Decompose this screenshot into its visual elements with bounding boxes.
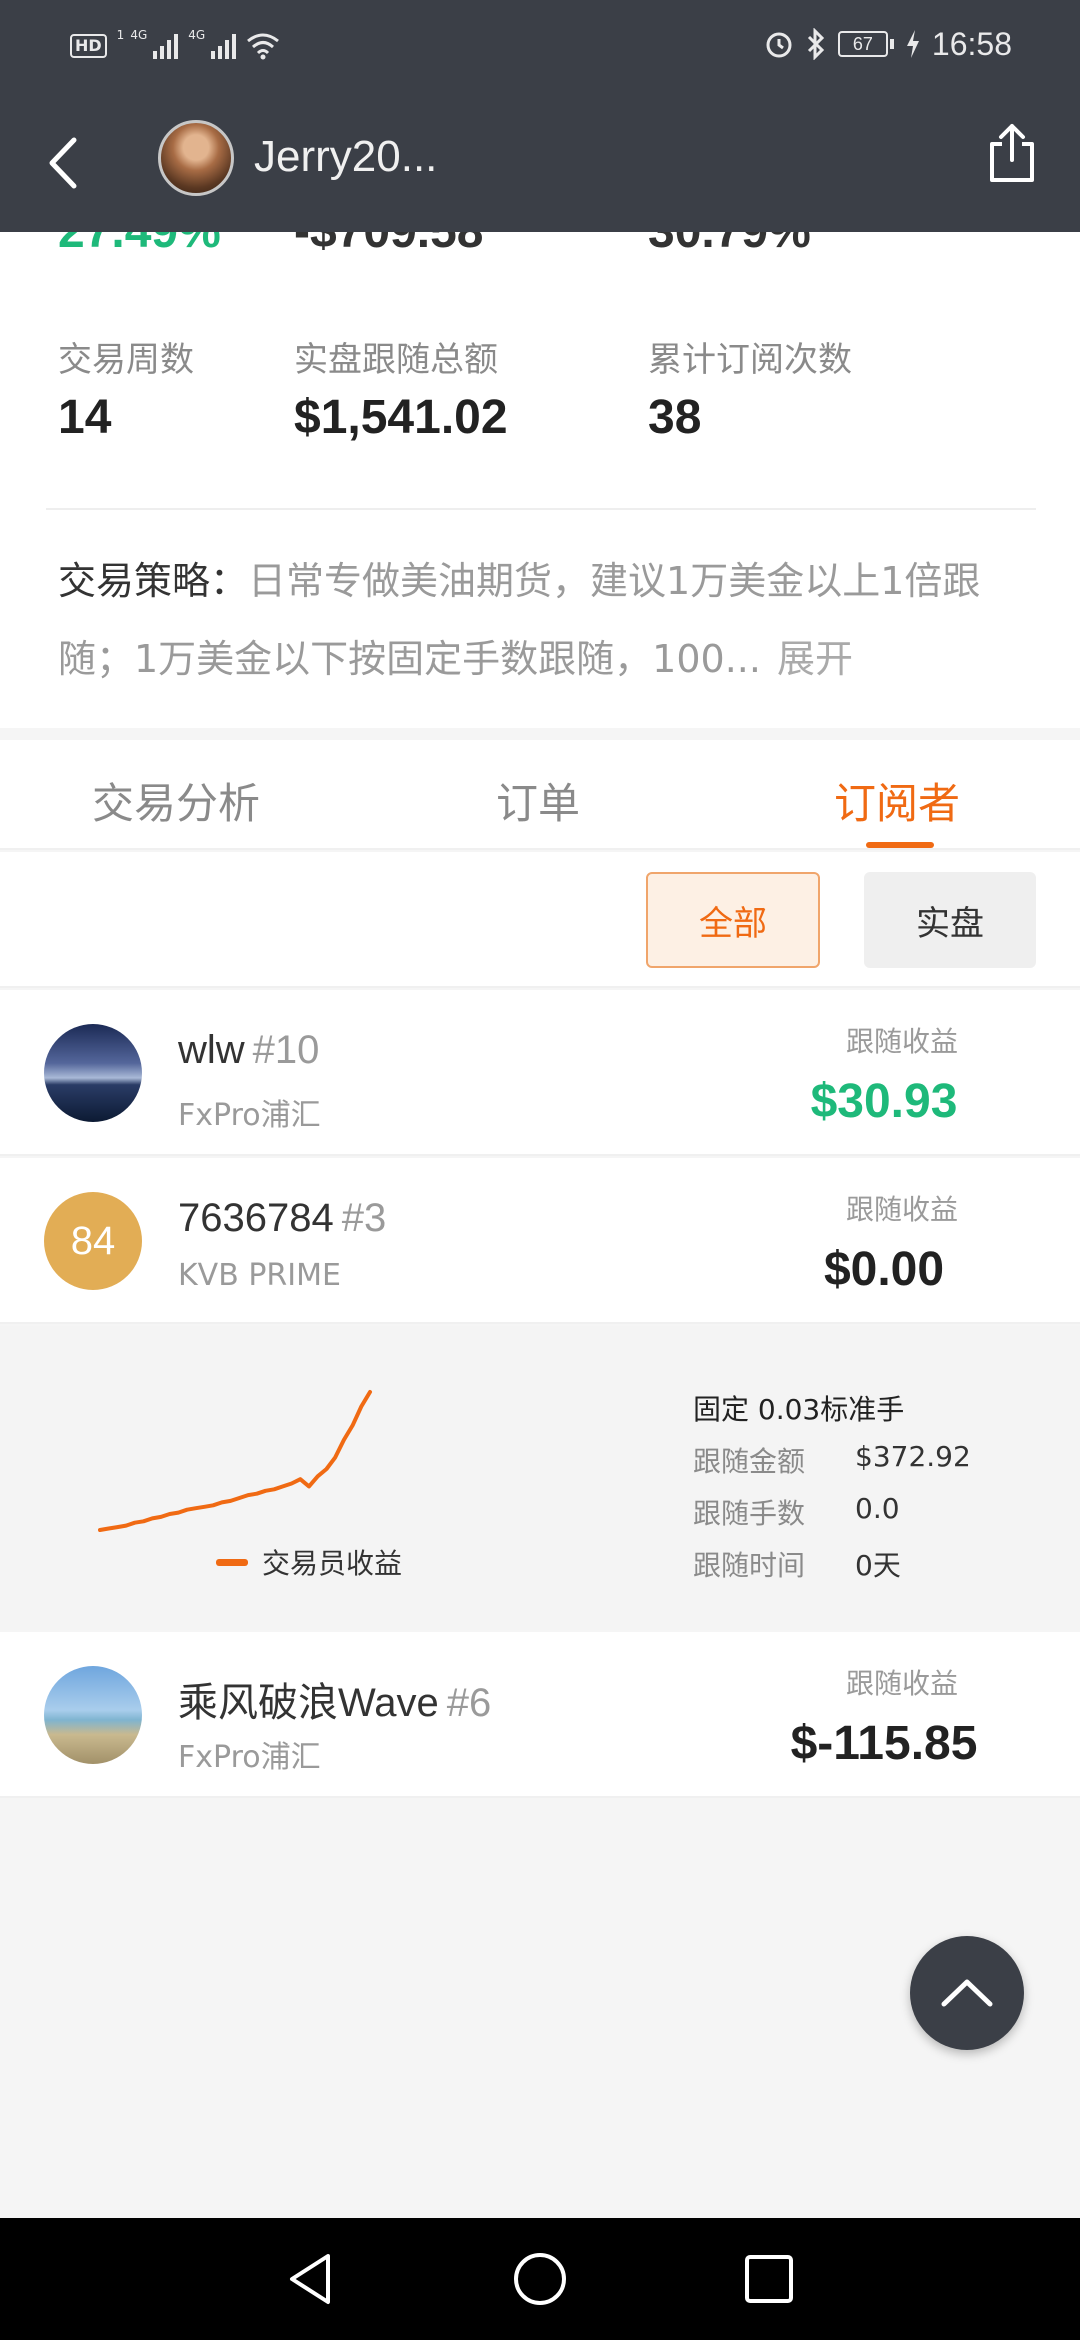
detail-label-amount: 跟随金额 (693, 1445, 806, 1478)
follow-pl-label: 跟随收益 (845, 1193, 958, 1226)
sim-indicator: 1 (116, 28, 125, 42)
trader-avatar[interactable] (158, 120, 234, 196)
tab-subscribers[interactable]: 订阅者 (834, 770, 960, 831)
nav-recents-icon[interactable] (738, 2248, 800, 2310)
stats-card: 27.49% -$709.58 30.79% 交易周数 14 实盘跟随总额 $1… (0, 205, 1080, 728)
subscriber-rank: #10 (252, 1028, 320, 1072)
strategy-label: 交易策略： (58, 559, 249, 603)
status-bar: HD 1 4G 4G 67 16:58 (0, 0, 1080, 92)
nav-home-icon[interactable] (509, 2248, 571, 2310)
tab-trade-analysis[interactable]: 交易分析 (92, 770, 260, 831)
alarm-icon (766, 32, 792, 58)
charging-icon (906, 30, 919, 58)
subscriber-rank: #3 (341, 1196, 387, 1240)
subscriber-name: 7636784 #3 (178, 1196, 386, 1241)
status-left: HD 1 4G 4G (70, 28, 280, 64)
subscriber-avatar (44, 1024, 142, 1122)
follow-pl-label: 跟随收益 (845, 1667, 958, 1700)
follow-mode: 固定 0.03标准手 (693, 1393, 905, 1426)
battery-level: 67 (837, 31, 888, 57)
detail-label-time: 跟随时间 (693, 1549, 806, 1582)
signal-icon-2 (211, 33, 237, 59)
subscriber-broker: KVB PRIME (178, 1258, 341, 1293)
follow-pl-value: $30.93 (810, 1075, 958, 1128)
follow-pl-label: 跟随收益 (845, 1025, 958, 1058)
follow-pl-value: $0.00 (823, 1243, 945, 1296)
expand-link[interactable]: 展开 (777, 637, 853, 681)
tab-active-indicator (866, 842, 934, 848)
stat-value-subscriptions: 38 (648, 391, 702, 444)
subscriber-avatar: 84 (44, 1192, 142, 1290)
bluetooth-icon (807, 28, 825, 60)
filter-live-button[interactable]: 实盘 (864, 872, 1036, 968)
network-type-2: 4G (188, 28, 206, 42)
hd-badge: HD (70, 34, 107, 58)
page-title: Jerry20... (254, 132, 438, 181)
share-icon[interactable] (986, 122, 1038, 184)
subscriber-row[interactable]: 乘风破浪Wave #6 FxPro浦汇 跟随收益 $-115.85 (0, 1632, 1080, 1798)
detail-value-amount: $372.92 (855, 1440, 971, 1473)
subscriber-row[interactable]: 84 7636784 #3 KVB PRIME 跟随收益 $0.00 (0, 1158, 1080, 1324)
clock: 16:58 (931, 25, 1012, 62)
chevron-up-icon (941, 1979, 993, 2007)
filter-bar: 全部 实盘 (0, 852, 1080, 988)
top-bar: HD 1 4G 4G 67 16:58 Jerry20... (0, 0, 1080, 232)
legend-swatch (216, 1558, 248, 1566)
follow-pl-value: $-115.85 (790, 1717, 978, 1770)
stat-value-total-follow: $1,541.02 (294, 391, 508, 444)
subscriber-name: wlw #10 (178, 1028, 319, 1073)
tab-bar: 交易分析 订单 订阅者 (0, 740, 1080, 850)
series-line (98, 1390, 372, 1532)
subscriber-name-text: 7636784 (178, 1196, 334, 1240)
subscriber-name-text: 乘风破浪Wave (178, 1681, 439, 1725)
stat-value-weeks: 14 (58, 391, 112, 444)
back-icon[interactable] (40, 128, 90, 198)
divider (46, 508, 1036, 510)
subscriber-rank: #6 (446, 1681, 492, 1725)
system-nav-bar (0, 2218, 1080, 2340)
chart-legend: 交易员收益 (216, 1542, 402, 1582)
detail-label-lots: 跟随手数 (693, 1497, 806, 1530)
wifi-icon (247, 33, 280, 60)
signal-icon (153, 33, 179, 59)
subscriber-detail-panel: 交易员收益 固定 0.03标准手 跟随金额 $372.92 跟随手数 0.0 跟… (0, 1326, 1080, 1630)
legend-label: 交易员收益 (262, 1547, 403, 1580)
subscriber-avatar (44, 1666, 142, 1764)
strategy-text: 交易策略：日常专做美油期货，建议1万美金以上1倍跟随；1万美金以下按固定手数跟随… (58, 542, 1028, 698)
tab-orders[interactable]: 订单 (496, 770, 580, 831)
subscriber-name: 乘风破浪Wave #6 (178, 1670, 491, 1728)
subscriber-broker: FxPro浦汇 (178, 1740, 321, 1775)
detail-value-lots: 0.0 (855, 1492, 900, 1525)
stat-label-total-follow: 实盘跟随总额 (294, 340, 498, 380)
network-type-1: 4G (130, 28, 148, 42)
subscriber-row[interactable]: wlw #10 FxPro浦汇 跟随收益 $30.93 (0, 990, 1080, 1156)
nav-back-icon[interactable] (280, 2248, 342, 2310)
trader-pl-chart (98, 1390, 372, 1532)
scroll-to-top-button[interactable] (910, 1936, 1024, 2050)
stat-label-subscriptions: 累计订阅次数 (648, 340, 852, 380)
stat-label-weeks: 交易周数 (58, 340, 194, 380)
status-right: 67 16:58 (764, 24, 1012, 64)
battery-icon: 67 (837, 31, 894, 57)
subscriber-broker: FxPro浦汇 (178, 1098, 321, 1133)
subscriber-name-text: wlw (178, 1028, 245, 1072)
filter-all-button[interactable]: 全部 (646, 872, 820, 968)
app-header: Jerry20... (0, 92, 1080, 232)
detail-value-time: 0天 (855, 1549, 901, 1582)
